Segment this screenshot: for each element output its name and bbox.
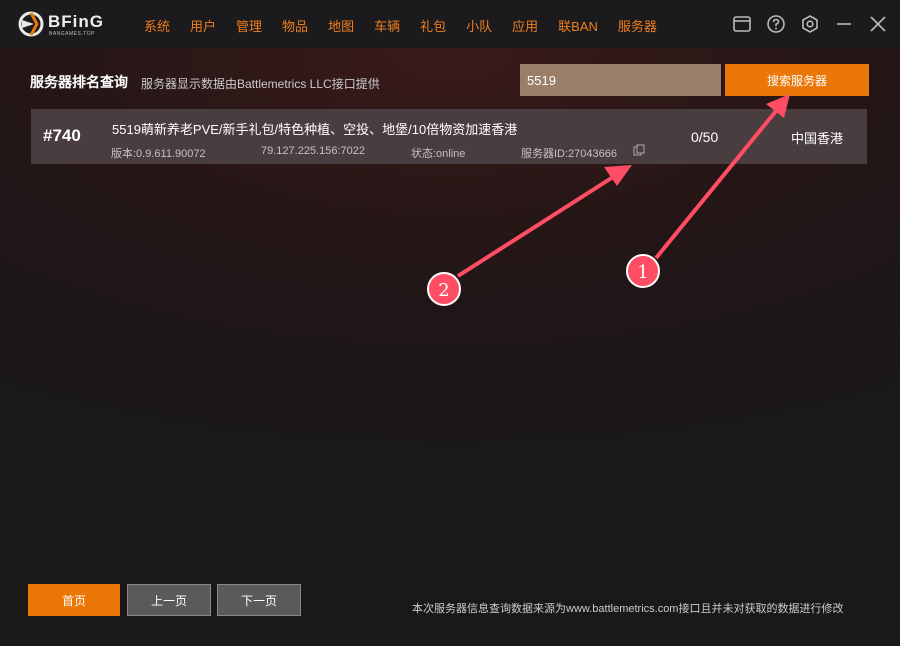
settings-icon[interactable] — [800, 14, 820, 34]
server-players: 0/50 — [691, 129, 719, 145]
window-controls — [732, 14, 888, 34]
nav-item-gifts[interactable]: 礼包 — [420, 16, 446, 35]
nav-item-items[interactable]: 物品 — [282, 16, 308, 35]
server-status: 状态:online — [411, 148, 466, 160]
next-page-button[interactable]: 下一页 — [217, 584, 301, 616]
search-server-button[interactable]: 搜索服务器 — [725, 64, 869, 96]
arrow-2-line — [456, 168, 626, 278]
nav-item-squads[interactable]: 小队 — [466, 16, 492, 35]
nav-item-servers[interactable]: 服务器 — [618, 16, 657, 35]
annotation-overlay: 1 2 — [427, 94, 790, 306]
server-address: 79.127.225.156:7022 — [261, 145, 365, 157]
window-icon[interactable] — [732, 14, 752, 34]
logo-icon — [18, 11, 44, 37]
nav-item-map[interactable]: 地图 — [328, 16, 354, 35]
data-source-note: 本次服务器信息查询数据来源为www.battlemetrics.com接口且并未… — [412, 603, 844, 615]
marker-1-label: 1 — [637, 262, 648, 283]
server-name: 5519萌新养老PVE/新手礼包/特色种植、空投、地堡/10倍物资加速香港 — [112, 122, 518, 137]
first-page-button[interactable]: 首页 — [28, 584, 120, 616]
server-search-input[interactable] — [520, 64, 721, 96]
logo-subtext: BANGAMES.TOP — [49, 31, 95, 37]
arrow-2-head — [604, 165, 632, 186]
nav-item-apps[interactable]: 应用 — [512, 16, 538, 35]
app-logo: BFinG BANGAMES.TOP — [18, 10, 118, 40]
server-version: 版本:0.9.611.90072 — [111, 148, 206, 160]
nav-item-system[interactable]: 系统 — [144, 16, 170, 35]
close-icon[interactable] — [868, 14, 888, 34]
nav-item-ban[interactable]: 联BAN — [558, 16, 598, 35]
top-bar: BFinG BANGAMES.TOP 系统 用户 管理 物品 地图 车辆 礼包 … — [0, 0, 900, 48]
minimize-icon[interactable] — [834, 14, 854, 34]
copy-icon[interactable] — [633, 144, 645, 156]
previous-page-button[interactable]: 上一页 — [127, 584, 211, 616]
page-subtitle: 服务器显示数据由Battlemetrics LLC接口提供 — [141, 77, 380, 91]
page-title: 服务器排名查询 — [30, 74, 128, 90]
server-rank: #740 — [43, 126, 81, 145]
help-icon[interactable] — [766, 14, 786, 34]
nav-item-users[interactable]: 用户 — [190, 16, 216, 35]
marker-1-badge — [626, 254, 660, 288]
nav-item-vehicles[interactable]: 车辆 — [374, 16, 400, 35]
server-row[interactable]: #740 5519萌新养老PVE/新手礼包/特色种植、空投、地堡/10倍物资加速… — [31, 109, 867, 164]
marker-2-label: 2 — [438, 280, 449, 301]
server-id: 服务器ID:27043666 — [521, 148, 617, 160]
logo-text: BFinG — [48, 12, 104, 31]
marker-2-badge — [427, 272, 461, 306]
main-nav: 系统 用户 管理 物品 地图 车辆 礼包 小队 应用 联BAN 服务器 — [144, 16, 677, 35]
server-region: 中国香港 — [791, 131, 844, 146]
nav-item-manage[interactable]: 管理 — [236, 16, 262, 35]
